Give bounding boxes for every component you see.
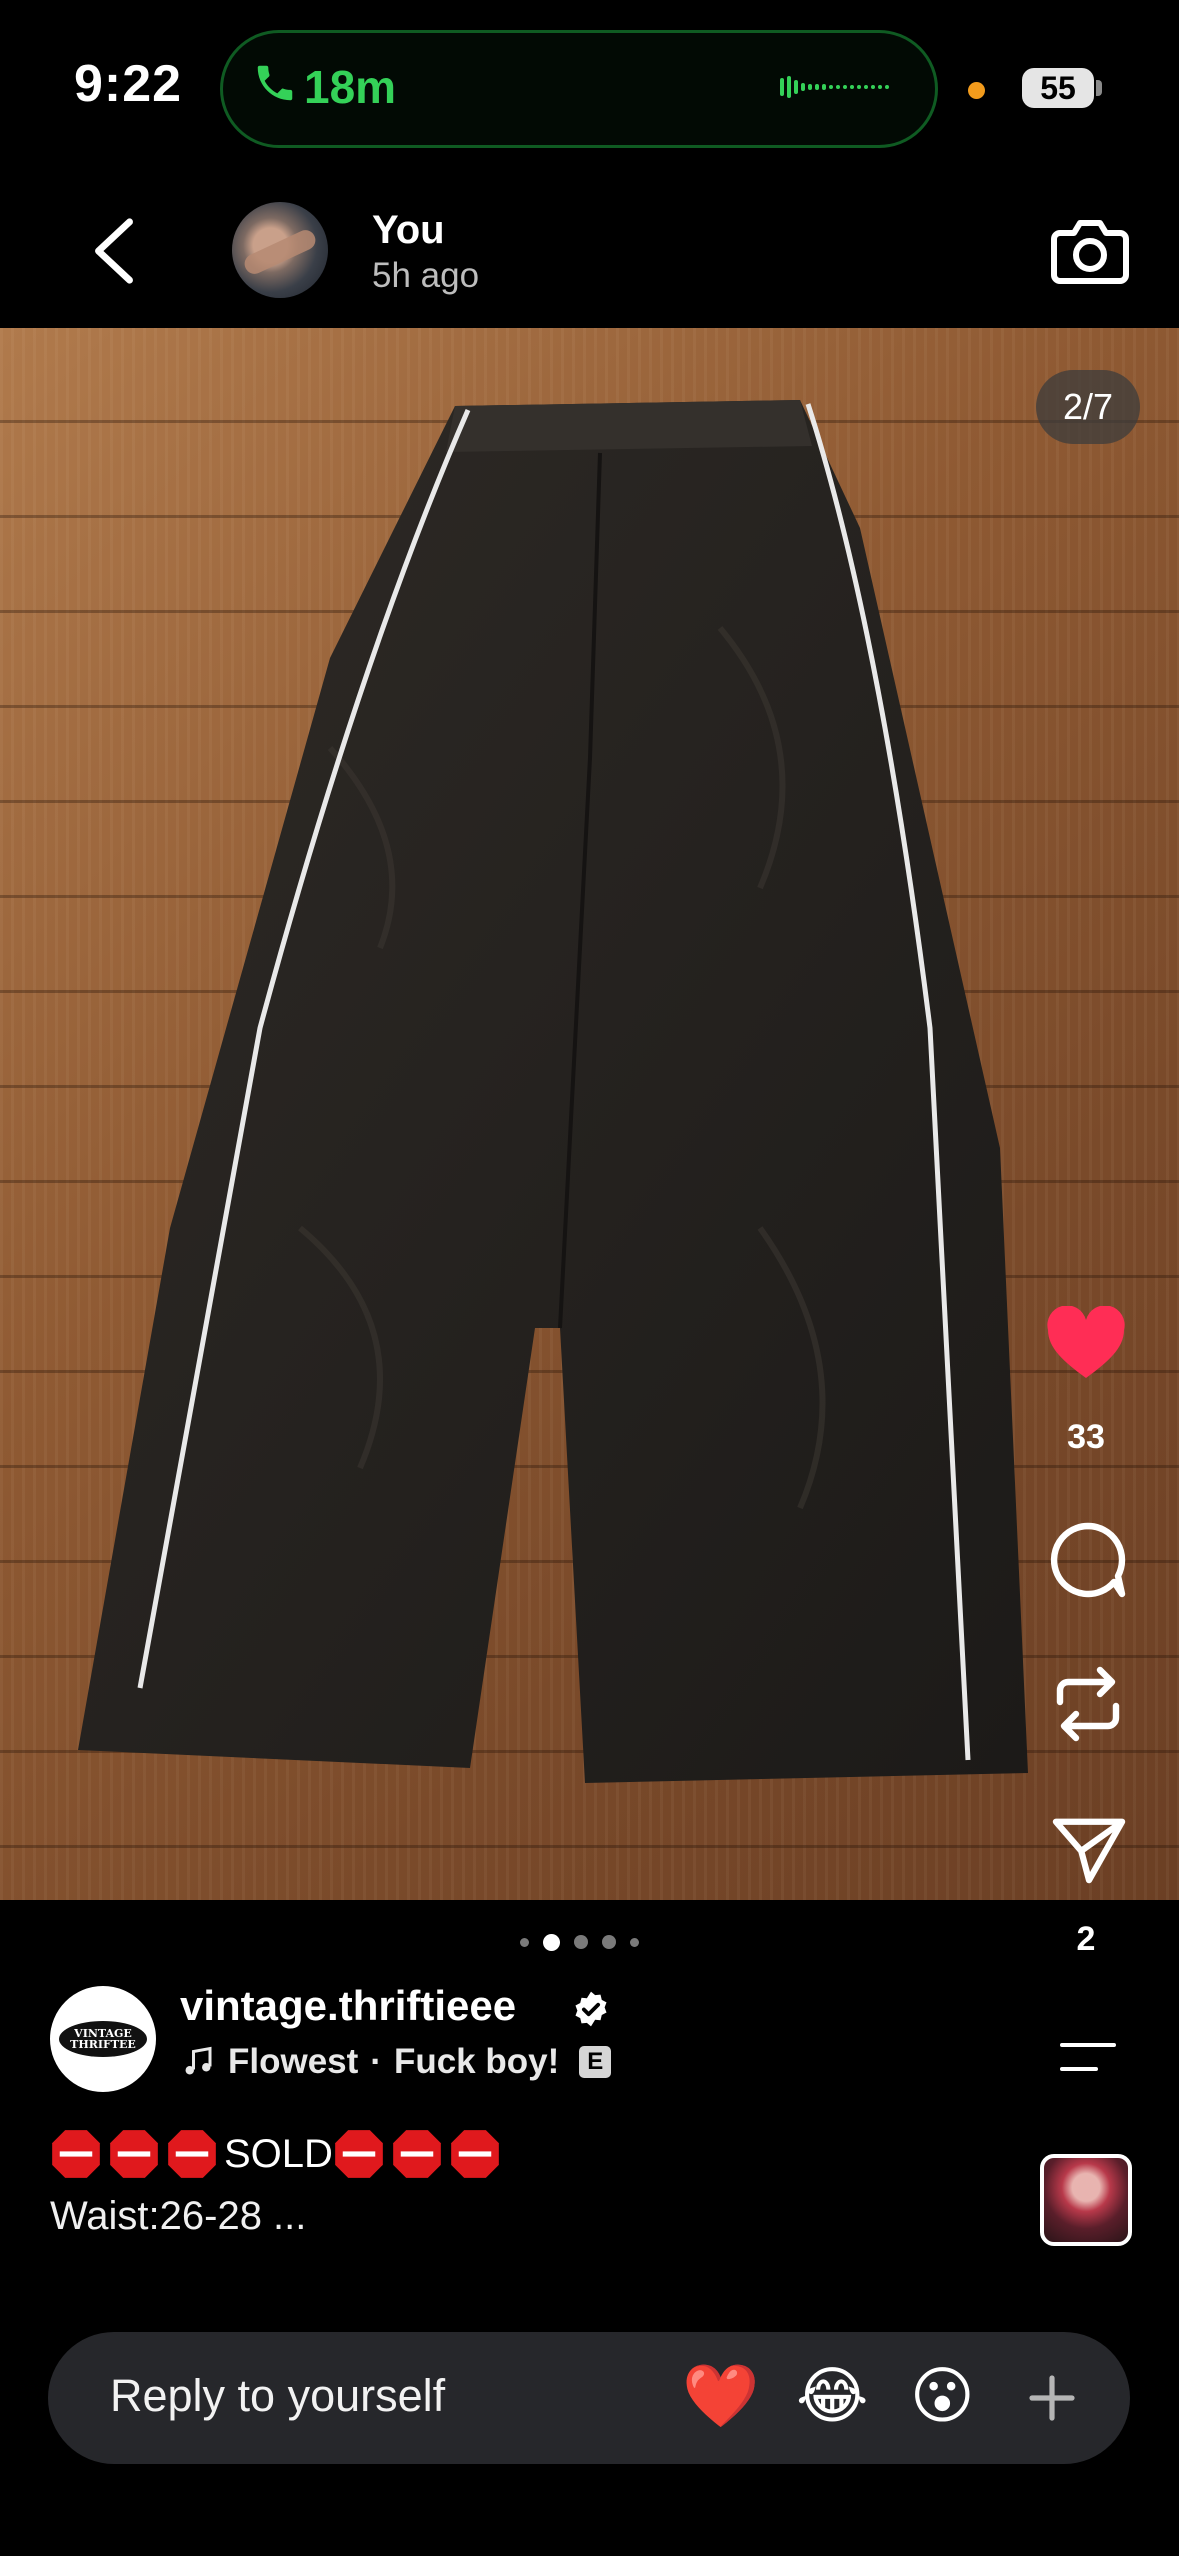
music-song: Fuck boy! [393, 2042, 560, 2081]
carousel-dot [602, 1935, 616, 1949]
image-counter-badge: 2/7 [1036, 370, 1140, 444]
phone-icon [257, 65, 293, 101]
music-attribution[interactable]: Flowest · Fuck boy! E [180, 2042, 612, 2082]
carousel-dot [574, 1935, 588, 1949]
stop-sign-icon [393, 2130, 441, 2178]
repost-icon[interactable] [1048, 1662, 1128, 1746]
reply-input[interactable]: Reply to yourself [110, 2370, 445, 2422]
comment-icon[interactable] [1048, 1520, 1128, 1600]
heart-icon[interactable] [1044, 1306, 1128, 1382]
carousel-indicator [520, 1930, 660, 1954]
mic-in-use-indicator [968, 82, 985, 99]
caption-sold-text: SOLD [224, 2131, 333, 2176]
carousel-dot [520, 1937, 529, 1947]
battery-nub [1096, 80, 1102, 96]
pants-illustration [78, 400, 1028, 1783]
battery-indicator: 55 [1022, 68, 1094, 108]
post-image[interactable] [0, 328, 1179, 1900]
music-album-thumbnail[interactable] [1040, 2154, 1132, 2246]
audio-waveform-icon [780, 76, 889, 98]
stop-sign-icon [168, 2130, 216, 2178]
author-username[interactable]: vintage.thriftieee [180, 1982, 516, 2030]
music-artist: Flowest [228, 2042, 359, 2081]
carousel-dot [630, 1937, 639, 1947]
quick-reaction-laugh[interactable]: 😂 [796, 2362, 868, 2432]
avatar[interactable] [232, 202, 328, 298]
like-count: 33 [1067, 1418, 1105, 1456]
call-duration: 18m [304, 61, 397, 113]
carousel-dot-active [543, 1933, 560, 1951]
camera-icon[interactable] [1050, 214, 1130, 288]
menu-icon[interactable] [1056, 2040, 1118, 2074]
caption-second-line[interactable]: Waist:26-28 ... [50, 2194, 306, 2239]
story-owner-name[interactable]: You [372, 208, 445, 253]
music-note-icon [185, 2046, 212, 2075]
music-separator: · [370, 2042, 382, 2081]
author-avatar[interactable]: VINTAGE THRIFTEE [50, 1986, 156, 2092]
caption-first-line: SOLD [50, 2128, 507, 2180]
stop-sign-icon [335, 2130, 383, 2178]
quick-reaction-wow[interactable]: 😮 [910, 2362, 975, 2432]
verified-badge-icon [575, 1991, 607, 2027]
quick-reaction-heart[interactable]: ❤️ [682, 2362, 759, 2432]
share-count: 2 [1076, 1920, 1096, 1958]
story-timestamp: 5h ago [372, 256, 480, 295]
status-time: 9:22 [74, 55, 183, 113]
stop-sign-icon [451, 2130, 499, 2178]
back-chevron-icon[interactable] [86, 216, 142, 286]
stop-sign-icon [52, 2130, 100, 2178]
stop-sign-icon [110, 2130, 158, 2178]
explicit-badge: E [579, 2046, 612, 2078]
plus-icon[interactable] [1026, 2372, 1078, 2424]
brand-logo: VINTAGE THRIFTEE [59, 2021, 147, 2057]
send-icon[interactable] [1050, 1812, 1128, 1886]
